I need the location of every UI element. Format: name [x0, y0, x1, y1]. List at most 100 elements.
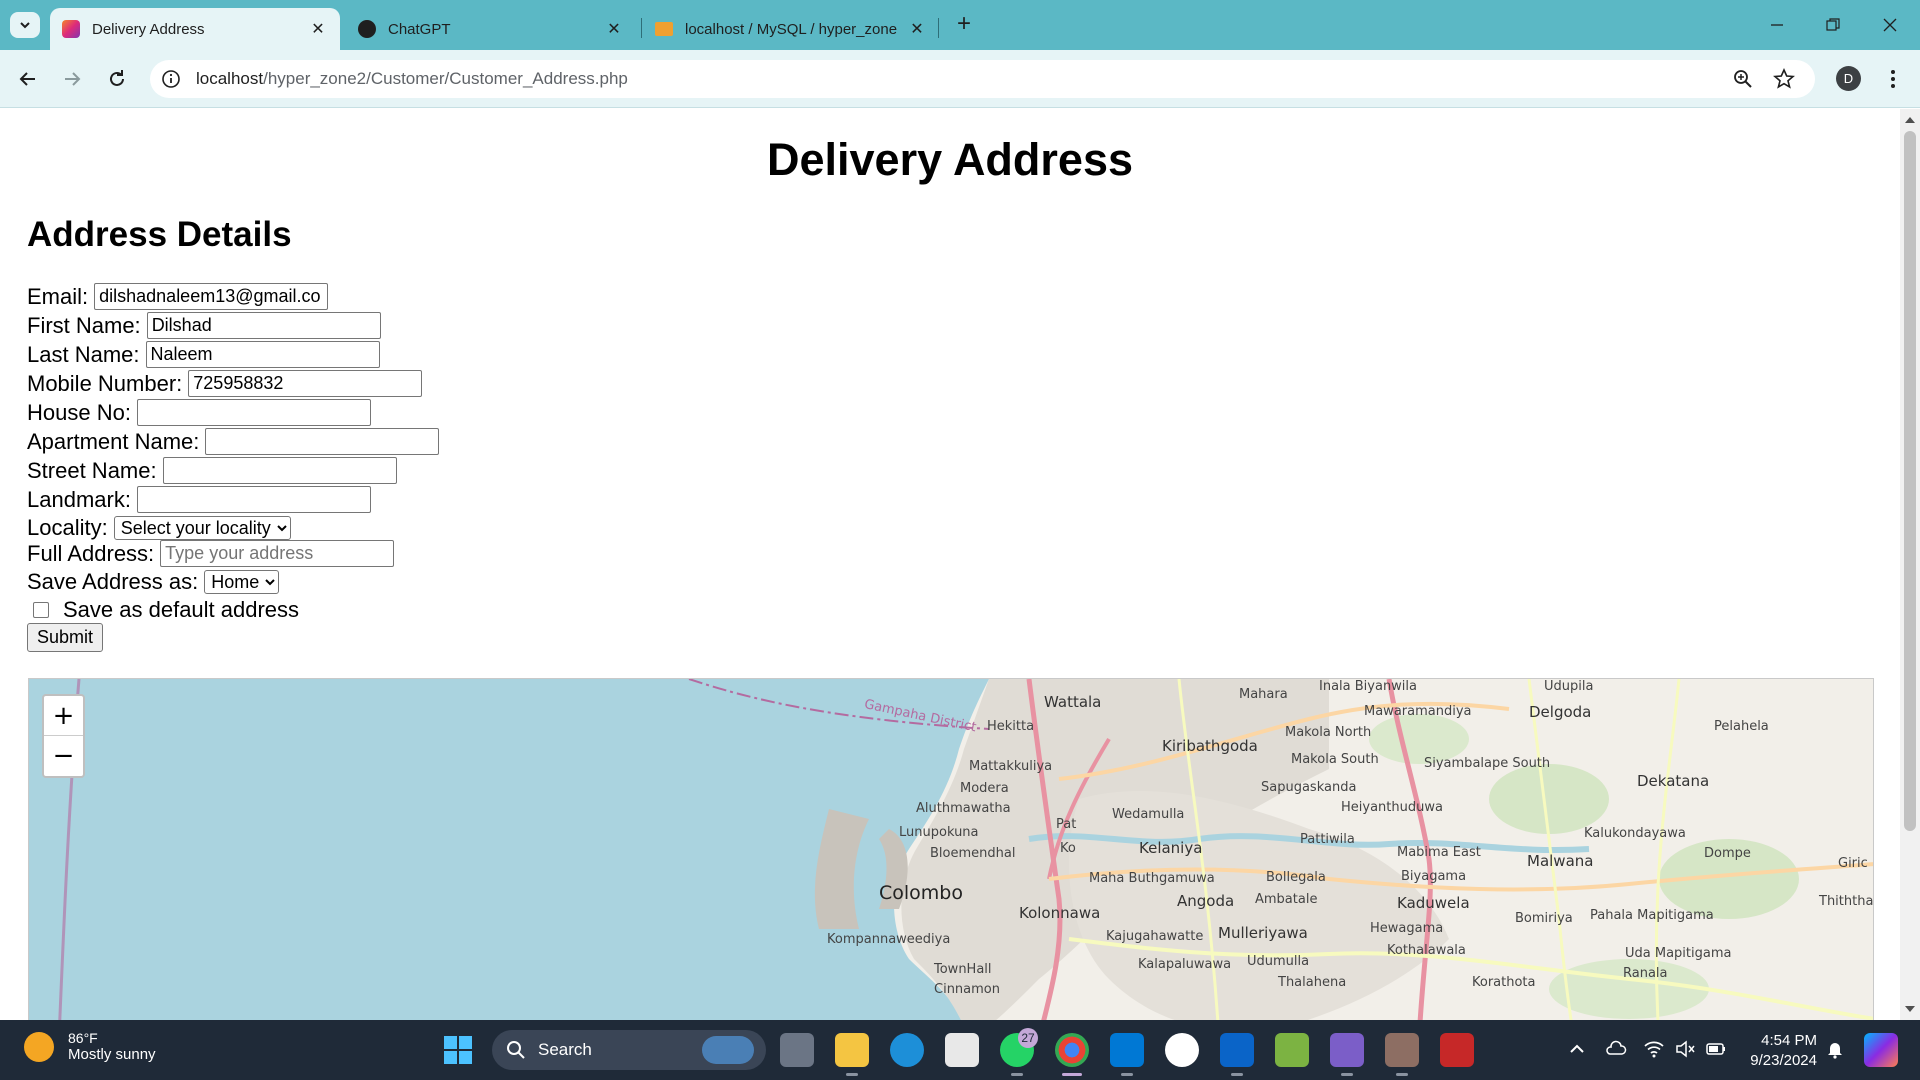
close-tab-icon[interactable]: ✕: [602, 19, 626, 39]
close-window-button[interactable]: [1870, 10, 1910, 40]
clock-date: 9/23/2024: [1750, 1052, 1817, 1069]
close-tab-icon[interactable]: ✕: [306, 19, 330, 39]
mobile-row: Mobile Number:: [27, 369, 423, 398]
email-field[interactable]: [94, 283, 329, 310]
page-title: Delivery Address: [766, 134, 1134, 185]
mobile-number-field[interactable]: [188, 370, 423, 397]
tab-separator: [641, 18, 642, 38]
restore-window-button[interactable]: [1813, 10, 1853, 40]
browser-menu-button[interactable]: [1883, 65, 1903, 93]
map-label: Wedamulla: [1112, 807, 1185, 822]
url-text[interactable]: localhost/hyper_zone2/Customer/Customer_…: [196, 69, 628, 89]
reload-icon: [110, 70, 124, 86]
section-title: Address Details: [27, 215, 292, 254]
zoom-in-button[interactable]: +: [44, 696, 83, 736]
save-as-row: Save Address as: Home: [27, 567, 280, 596]
tab-search-button[interactable]: [10, 12, 40, 38]
submit-button[interactable]: Submit: [27, 623, 104, 652]
map-label: Mawaramandiya: [1364, 704, 1472, 719]
default-address-checkbox[interactable]: [33, 601, 49, 618]
wifi-icon[interactable]: [1643, 1038, 1665, 1060]
tab-title: Delivery Address: [92, 20, 205, 38]
new-tab-button[interactable]: +: [950, 12, 978, 38]
task-view-icon[interactable]: [780, 1033, 814, 1067]
apartment-name-field[interactable]: [205, 428, 440, 455]
zoom-icon[interactable]: [1732, 68, 1754, 90]
edge-browser-icon[interactable]: [890, 1033, 924, 1067]
vscode-icon[interactable]: [1110, 1033, 1144, 1067]
map-label: Biyagama: [1401, 869, 1467, 884]
microsoft-store-icon[interactable]: [945, 1033, 979, 1067]
street-name-field[interactable]: [162, 457, 397, 484]
reload-button[interactable]: [102, 64, 132, 94]
tab-chatgpt[interactable]: ChatGPT ✕: [346, 8, 636, 50]
map-label: Sapugaskanda: [1261, 780, 1357, 795]
browser-toolbar: localhost/hyper_zone2/Customer/Customer_…: [0, 50, 1920, 108]
address-bar[interactable]: localhost/hyper_zone2/Customer/Customer_…: [150, 60, 1815, 98]
last-name-field[interactable]: [145, 341, 380, 368]
landmark-field[interactable]: [136, 486, 371, 513]
house-number-field[interactable]: [136, 399, 371, 426]
last-name-label: Last Name:: [27, 341, 140, 367]
outlook-icon[interactable]: [1220, 1033, 1254, 1067]
map-label: Thalahena: [1278, 975, 1347, 990]
map-label: Mulleriyawa: [1218, 924, 1308, 942]
notification-bell-icon[interactable]: [1824, 1038, 1846, 1060]
back-button[interactable]: [13, 64, 43, 94]
save-as-select[interactable]: Home: [204, 569, 280, 594]
taskbar-search-box[interactable]: Search: [492, 1030, 766, 1070]
map-label: Kalapaluwawa: [1138, 957, 1232, 972]
location-map[interactable]: Gampaha District Inala Biyanwila Hekitta…: [28, 678, 1874, 1020]
zoom-out-button[interactable]: −: [44, 736, 83, 776]
submit-row: Submit: [27, 623, 104, 652]
volume-muted-icon[interactable]: [1674, 1038, 1696, 1060]
map-label: Wattala: [1044, 693, 1102, 711]
whatsapp-notification-badge: 27: [1018, 1028, 1038, 1048]
full-address-field[interactable]: [160, 540, 395, 567]
first-name-field[interactable]: [146, 312, 381, 339]
map-label: Udumulla: [1247, 954, 1310, 969]
apartment-row: Apartment Name:: [27, 427, 440, 456]
profile-avatar[interactable]: D: [1836, 66, 1861, 91]
file-explorer-icon[interactable]: [835, 1033, 869, 1067]
chevron-up-icon[interactable]: [1566, 1038, 1588, 1060]
landmark-row: Landmark:: [27, 485, 371, 514]
map-label: Bloemendhal: [930, 846, 1016, 861]
winrar-icon[interactable]: [1440, 1033, 1474, 1067]
copilot-icon[interactable]: [1864, 1033, 1898, 1067]
cloud-offline-icon[interactable]: [1605, 1038, 1627, 1060]
running-indicator: [1231, 1073, 1243, 1076]
map-label: Udupila: [1544, 679, 1594, 694]
chrome-icon[interactable]: [1055, 1033, 1089, 1067]
close-tab-icon[interactable]: ✕: [905, 19, 929, 39]
email-label: Email:: [27, 283, 89, 309]
info-icon[interactable]: [160, 68, 182, 90]
app-icon[interactable]: [1385, 1033, 1419, 1067]
snipping-tool-icon[interactable]: [1275, 1033, 1309, 1067]
tab-phpmyadmin[interactable]: localhost / MySQL / hyper_zone ✕: [643, 8, 939, 50]
mobile-label: Mobile Number:: [27, 370, 183, 396]
tab-delivery-address[interactable]: Delivery Address ✕: [50, 8, 340, 50]
map-label: Ambatale: [1255, 892, 1318, 907]
tab-separator: [938, 18, 939, 38]
battery-icon[interactable]: [1705, 1038, 1727, 1060]
whatsapp-desktop-icon[interactable]: [1165, 1033, 1199, 1067]
chevron-down-icon: [20, 22, 30, 29]
forward-button[interactable]: [57, 64, 87, 94]
minimize-window-button[interactable]: [1757, 10, 1797, 40]
default-address-label: Save as default address: [63, 596, 300, 622]
windows-start-icon[interactable]: [444, 1036, 472, 1064]
page-scrollbar[interactable]: [1900, 109, 1920, 1020]
scrollbar-thumb[interactable]: [1904, 131, 1916, 831]
map-label: Ko: [1060, 841, 1076, 856]
scroll-down-icon[interactable]: [1905, 1006, 1915, 1012]
map-label: Aluthmawatha: [916, 801, 1011, 816]
visual-studio-icon[interactable]: [1330, 1033, 1364, 1067]
weather-widget[interactable]: 86°F Mostly sunny: [24, 1030, 156, 1063]
taskbar-clock[interactable]: 4:54 PM 9/23/2024: [1745, 1031, 1817, 1071]
scroll-up-icon[interactable]: [1905, 117, 1915, 123]
url-host: localhost: [196, 69, 264, 88]
locality-select[interactable]: Select your locality: [113, 515, 291, 540]
bookmark-star-icon[interactable]: [1773, 68, 1795, 90]
map-label: Uda Mapitigama: [1625, 946, 1732, 961]
